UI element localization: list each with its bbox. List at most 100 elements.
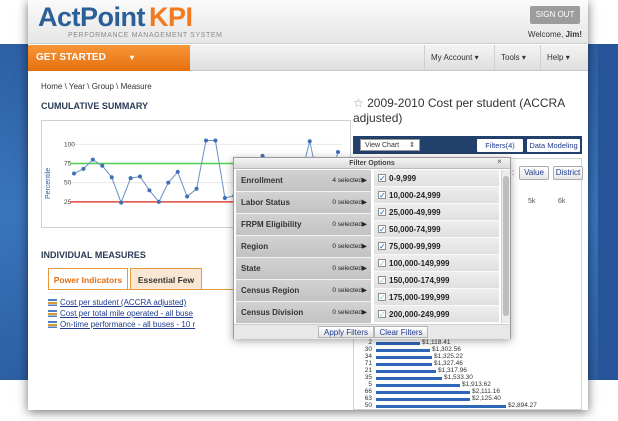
measure-detail-title: ☆ 2009-2010 Cost per student (ACCRA adju… [353, 96, 583, 126]
sort-value-button[interactable]: Value [519, 166, 549, 180]
ranking-bar [376, 405, 506, 408]
ranking-bar [376, 342, 420, 345]
data-point[interactable] [90, 157, 95, 162]
breadcrumb[interactable]: Home \ Year \ Group \ Measure [41, 82, 152, 91]
filter-option-row[interactable]: ✓ 200,000-249,999 [374, 306, 499, 323]
filter-category-row[interactable]: FRPM Eligibility 0 selected▶ [236, 214, 371, 236]
filter-category-count: 0 selected▶ [332, 192, 367, 214]
measure-label: On-time performance - all buses - 10 r [60, 320, 196, 329]
measure-link[interactable]: Cost per student (ACCRA adjusted) [48, 298, 186, 307]
district-id: 66 [364, 388, 372, 395]
filter-category-row[interactable]: State 0 selected▶ [236, 258, 371, 280]
tools-menu[interactable]: Tools ▾ [494, 45, 532, 71]
filter-option-row[interactable]: ✓ 150,000-174,999 [374, 272, 499, 289]
checkbox-icon[interactable]: ✓ [378, 293, 386, 302]
filter-category-row[interactable]: Enrollment 4 selected▶ [236, 170, 371, 192]
filter-options-scrollbar[interactable] [501, 170, 510, 323]
filter-option-row[interactable]: ✓ 100,000-149,999 [374, 255, 499, 272]
logo-kpi: KPI [149, 2, 193, 32]
measure-link[interactable]: On-time performance - all buses - 10 r [48, 320, 195, 329]
ranking-bar-value: $2,111.16 [472, 388, 500, 395]
data-point[interactable] [128, 176, 133, 181]
district-id: 2 [368, 339, 372, 346]
clear-filters-button[interactable]: Clear Filters [374, 326, 428, 338]
sort-district-button[interactable]: District [553, 166, 583, 180]
welcome-text: Welcome, Jim! [528, 30, 582, 39]
data-point[interactable] [307, 139, 312, 144]
data-point[interactable] [194, 186, 199, 191]
measure-label: Cost per student (ACCRA adjusted) [60, 298, 187, 307]
data-point[interactable] [72, 171, 76, 176]
background-strip [598, 44, 618, 380]
filter-option-row[interactable]: ✓ 175,000-199,999 [374, 289, 499, 306]
data-point[interactable] [109, 175, 114, 180]
data-point[interactable] [100, 163, 105, 168]
filter-option-row[interactable]: ✓ 25,000-49,999 [374, 204, 499, 221]
checkbox-icon[interactable]: ✓ [378, 225, 386, 234]
checkbox-icon[interactable]: ✓ [378, 259, 386, 268]
apply-filters-button[interactable]: Apply Filters [318, 326, 374, 338]
filter-dialog-footer: Apply Filters Clear Filters [234, 324, 510, 339]
data-point[interactable] [204, 138, 208, 143]
my-account-menu[interactable]: My Account ▾ [424, 45, 485, 71]
checkbox-icon[interactable]: ✓ [378, 242, 386, 251]
filter-category-label: State [241, 264, 261, 273]
filter-category-row[interactable]: Region 0 selected▶ [236, 236, 371, 258]
detail-title-text: 2009-2010 Cost per student (ACCRA adjust… [353, 96, 565, 125]
filter-option-row[interactable]: ✓ 10,000-24,999 [374, 187, 499, 204]
data-point[interactable] [119, 200, 124, 205]
checkbox-icon[interactable]: ✓ [378, 310, 386, 319]
filter-category-count: 0 selected▶ [332, 258, 367, 280]
ranking-bar [376, 377, 442, 380]
data-point[interactable] [175, 169, 180, 174]
filter-category-row[interactable]: Census Region 0 selected▶ [236, 280, 371, 302]
data-modeling-button[interactable]: Data Modeling [527, 139, 580, 152]
checkbox-icon[interactable]: ✓ [378, 276, 386, 285]
filter-category-label: Enrollment [241, 176, 283, 185]
ranking-bar [376, 356, 432, 359]
data-point[interactable] [138, 174, 142, 179]
data-point[interactable] [147, 188, 152, 193]
data-point[interactable] [156, 199, 161, 204]
tools-label: Tools [501, 53, 520, 62]
welcome-prefix: Welcome, [527, 30, 566, 39]
filter-option-row[interactable]: ✓ 0-9,999 [374, 170, 499, 187]
checkbox-icon[interactable]: ✓ [378, 191, 386, 200]
filter-category-row[interactable]: Census Division 0 selected▶ [236, 302, 371, 324]
axis-tick-label: 5k [528, 198, 536, 205]
measure-link[interactable]: Cost per total mile operated - all buse [48, 309, 193, 318]
data-point[interactable] [213, 138, 218, 143]
filter-category-count: 0 selected▶ [332, 280, 367, 302]
y-tick-label: 50 [64, 180, 72, 187]
chevron-down-icon: ▾ [565, 53, 570, 62]
view-chart-select[interactable]: View Chart ⇕ [360, 139, 420, 151]
measure-label: Cost per total mile operated - all buse [60, 309, 193, 318]
play-arrow-icon: ▶ [362, 221, 367, 228]
ranking-bar [376, 398, 470, 401]
checkbox-icon[interactable]: ✓ [378, 208, 386, 217]
ranking-bar [376, 349, 430, 352]
help-menu[interactable]: Help ▾ [540, 45, 576, 71]
data-point[interactable] [185, 194, 190, 199]
view-chart-label: View Chart [365, 142, 400, 149]
ranking-bar-value: $1,327.46 [434, 360, 463, 367]
checkbox-icon[interactable]: ✓ [378, 174, 386, 183]
get-started-menu[interactable]: GET STARTED ▾ [28, 45, 190, 71]
sign-out-button[interactable]: SIGN OUT [530, 6, 580, 24]
data-point[interactable] [166, 180, 171, 185]
filter-option-label: 25,000-49,999 [389, 208, 441, 217]
filters-button[interactable]: Filters(4) [477, 139, 523, 152]
filter-option-row[interactable]: ✓ 75,000-99,999 [374, 238, 499, 255]
close-icon[interactable]: × [495, 157, 504, 166]
filter-option-row[interactable]: ✓ 50,000-74,999 [374, 221, 499, 238]
tab-power-indicators[interactable]: Power Indicators [48, 268, 128, 290]
data-point[interactable] [81, 166, 86, 171]
scrollbar-thumb[interactable] [503, 176, 509, 316]
filter-category-label: FRPM Eligibility [241, 220, 302, 229]
data-point[interactable] [222, 196, 227, 200]
tab-essential-few[interactable]: Essential Few [130, 268, 202, 290]
bar-chart-icon [48, 299, 57, 306]
filter-category-row[interactable]: Labor Status 0 selected▶ [236, 192, 371, 214]
favorite-star-icon[interactable]: ☆ [353, 96, 364, 110]
data-point[interactable] [336, 150, 340, 154]
